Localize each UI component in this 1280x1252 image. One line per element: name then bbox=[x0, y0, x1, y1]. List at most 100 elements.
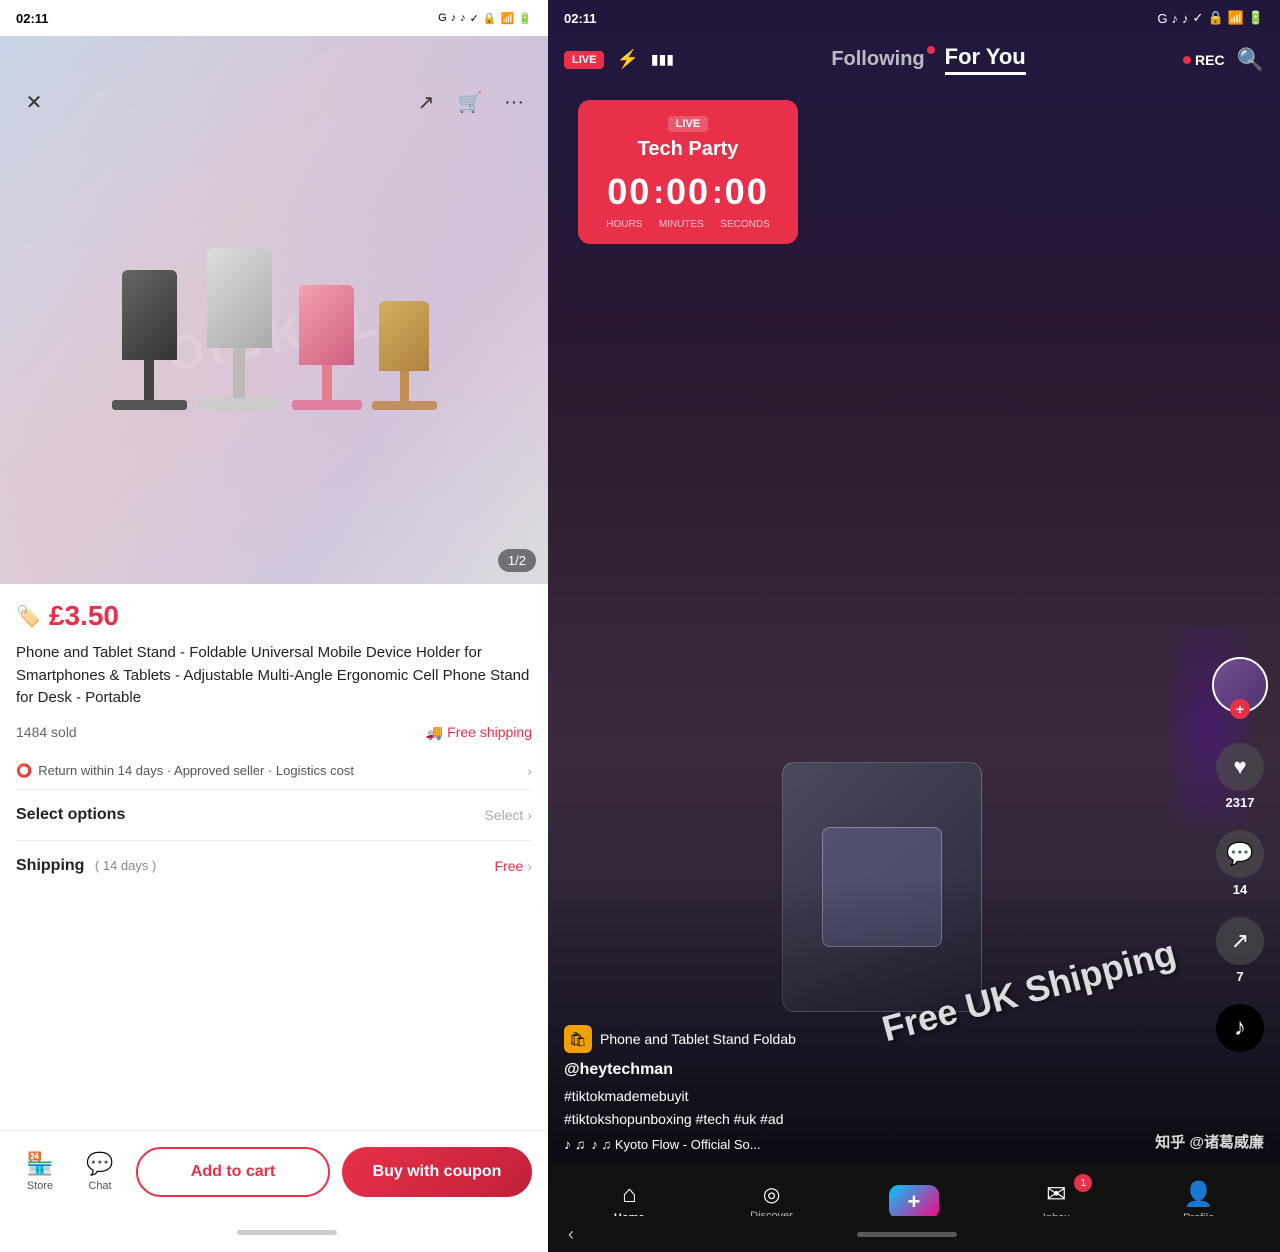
minutes-label: MINUTES bbox=[659, 219, 704, 230]
home-icon: ⌂ bbox=[622, 1181, 637, 1209]
product-image-container: ✕ ↗ 🛒 ··· OtOKOL bbox=[0, 36, 548, 584]
sales-shipping-row: 1484 sold 🚚 Free shipping bbox=[16, 724, 532, 741]
share-action[interactable]: ↗ 7 bbox=[1216, 917, 1264, 984]
product-info: 🏷️ £3.50 Phone and Tablet Stand - Foldab… bbox=[0, 584, 548, 1130]
back-button-right[interactable]: ‹ bbox=[568, 1224, 574, 1245]
return-row[interactable]: ⭕ Return within 14 days · Approved selle… bbox=[16, 753, 532, 790]
hashtag-line-2[interactable]: #tiktokshopunboxing #tech #uk #ad bbox=[564, 1111, 784, 1127]
return-info: Return within 14 days · Approved seller … bbox=[38, 763, 354, 778]
timer-colon-2: : bbox=[712, 174, 723, 211]
shipping-free: Free › bbox=[495, 858, 532, 874]
select-options-label: Select options bbox=[16, 806, 125, 824]
live-timer: 00 : 00 : 00 bbox=[598, 171, 778, 213]
truck-icon: 🚚 bbox=[426, 724, 443, 741]
follow-plus-icon[interactable]: + bbox=[1230, 699, 1250, 719]
more-button[interactable]: ··· bbox=[496, 84, 532, 120]
right-status-icons: G ♪ ♪ ✓ 🔒 📶 🔋 bbox=[1157, 10, 1264, 26]
plus-icon: + bbox=[908, 1189, 921, 1215]
right-top-nav: LIVE ⚡ ▮▮▮ Following For You REC 🔍 bbox=[548, 36, 1280, 83]
signal-icon: ⚡ bbox=[616, 49, 638, 70]
timer-colon-1: : bbox=[653, 174, 664, 211]
live-card-title: Tech Party bbox=[598, 138, 778, 161]
timer-seconds: 00 bbox=[725, 171, 769, 213]
share-icon: ↗ bbox=[1216, 917, 1264, 965]
music-icon: ♪ ♫ bbox=[564, 1136, 585, 1152]
left-panel: 02:11 G ♪ ♪ ✓ 🔒 📶 🔋 ✕ ↗ 🛒 ··· OtOKOL bbox=[0, 0, 548, 1252]
battery-bar-icon: ▮▮▮ bbox=[651, 51, 674, 68]
share-count: 7 bbox=[1236, 969, 1243, 984]
live-badge: LIVE bbox=[564, 51, 604, 69]
nav-tabs: Following For You bbox=[831, 44, 1025, 75]
shipping-row[interactable]: Shipping ( 14 days ) Free › bbox=[16, 841, 532, 891]
discover-icon: ◎ bbox=[763, 1182, 780, 1207]
username[interactable]: @heytechman bbox=[564, 1061, 1200, 1079]
hashtag-line-1[interactable]: #tiktokmademebuyit bbox=[564, 1088, 689, 1104]
product-title: Phone and Tablet Stand - Foldable Univer… bbox=[16, 642, 532, 710]
return-chevron-icon: › bbox=[527, 763, 532, 779]
hashtags: #tiktokmademebuyit #tiktokshopunboxing #… bbox=[564, 1085, 1200, 1130]
rec-dot-icon bbox=[1183, 56, 1191, 64]
store-icon: 🏪 bbox=[26, 1151, 53, 1177]
shipping-label: Shipping bbox=[16, 857, 84, 874]
following-dot bbox=[927, 46, 935, 54]
left-time: 02:11 bbox=[16, 11, 49, 26]
free-shipping-badge: 🚚 Free shipping bbox=[426, 724, 532, 741]
seconds-label: SECONDS bbox=[720, 219, 769, 230]
rec-badge: REC bbox=[1183, 52, 1225, 68]
inbox-icon: ✉ bbox=[1046, 1180, 1066, 1209]
shipping-label-group: Shipping ( 14 days ) bbox=[16, 857, 156, 875]
like-count: 2317 bbox=[1226, 795, 1255, 810]
shop-icon: 🛍 bbox=[564, 1025, 592, 1053]
live-card-badge: LIVE bbox=[668, 116, 708, 132]
heart-icon: ♥ bbox=[1216, 743, 1264, 791]
left-status-bar: 02:11 G ♪ ♪ ✓ 🔒 📶 🔋 bbox=[0, 0, 548, 36]
status-time-left: 02:11 bbox=[16, 11, 49, 26]
shipping-chevron-icon: › bbox=[527, 858, 532, 874]
music-row[interactable]: ♪ ♫ ♪ ♫ Kyoto Flow - Official So... bbox=[564, 1136, 1200, 1152]
timer-minutes: 00 bbox=[666, 171, 710, 213]
avatar-container[interactable]: + bbox=[1212, 657, 1268, 713]
free-shipping-text: Free shipping bbox=[447, 724, 532, 740]
hours-label: HOURS bbox=[606, 219, 642, 230]
nav-right-buttons: ↗ 🛒 ··· bbox=[408, 84, 532, 120]
return-icon: ⭕ bbox=[16, 763, 32, 779]
product-stands bbox=[92, 190, 457, 430]
add-to-cart-button[interactable]: Add to cart bbox=[136, 1147, 330, 1197]
buy-with-coupon-button[interactable]: Buy with coupon bbox=[342, 1147, 532, 1197]
chat-label: Chat bbox=[88, 1180, 111, 1192]
following-tab[interactable]: Following bbox=[831, 48, 924, 71]
inbox-badge: 1 bbox=[1074, 1174, 1092, 1192]
back-button-left[interactable]: ‹ bbox=[211, 1222, 217, 1243]
search-icon[interactable]: 🔍 bbox=[1237, 47, 1264, 73]
left-home-bar: ‹ bbox=[0, 1212, 548, 1252]
store-label: Store bbox=[27, 1180, 53, 1192]
right-time: 02:11 bbox=[564, 11, 597, 26]
chat-button[interactable]: 💬 Chat bbox=[76, 1151, 124, 1192]
tiktok-logo: ♪ bbox=[1216, 1004, 1264, 1052]
like-action[interactable]: ♥ 2317 bbox=[1216, 743, 1264, 810]
rec-text: REC bbox=[1195, 52, 1225, 68]
device-visual bbox=[782, 762, 982, 1012]
right-side-actions: + ♥ 2317 💬 14 ↗ 7 ♪ bbox=[1212, 657, 1268, 1052]
live-event-card[interactable]: LIVE Tech Party 00 : 00 : 00 HOURS MINUT… bbox=[578, 100, 798, 244]
comment-count: 14 bbox=[1233, 882, 1247, 897]
nav-add[interactable]: + bbox=[884, 1185, 944, 1219]
sold-count: 1484 sold bbox=[16, 724, 77, 740]
shop-row[interactable]: 🛍 Phone and Tablet Stand Foldab bbox=[564, 1025, 1200, 1053]
select-options-button[interactable]: Select › bbox=[484, 807, 532, 823]
comment-action[interactable]: 💬 14 bbox=[1216, 830, 1264, 897]
home-indicator-left bbox=[237, 1230, 337, 1235]
price-row: 🏷️ £3.50 bbox=[16, 600, 532, 632]
select-options-row[interactable]: Select options Select › bbox=[16, 790, 532, 841]
share-button[interactable]: ↗ bbox=[408, 84, 444, 120]
profile-icon: 👤 bbox=[1184, 1180, 1214, 1209]
close-button[interactable]: ✕ bbox=[16, 84, 52, 120]
right-panel: Free UK Shipping 02:11 G ♪ ♪ ✓ 🔒 📶 🔋 LIV… bbox=[548, 0, 1280, 1252]
for-you-tab[interactable]: For You bbox=[945, 44, 1026, 75]
store-button[interactable]: 🏪 Store bbox=[16, 1151, 64, 1192]
top-nav-left: ✕ ↗ 🛒 ··· bbox=[0, 72, 548, 132]
cart-button[interactable]: 🛒 bbox=[452, 84, 488, 120]
add-button[interactable]: + bbox=[889, 1185, 939, 1219]
shop-name: Phone and Tablet Stand Foldab bbox=[600, 1031, 796, 1047]
music-title: ♪ ♫ Kyoto Flow - Official So... bbox=[591, 1137, 760, 1152]
